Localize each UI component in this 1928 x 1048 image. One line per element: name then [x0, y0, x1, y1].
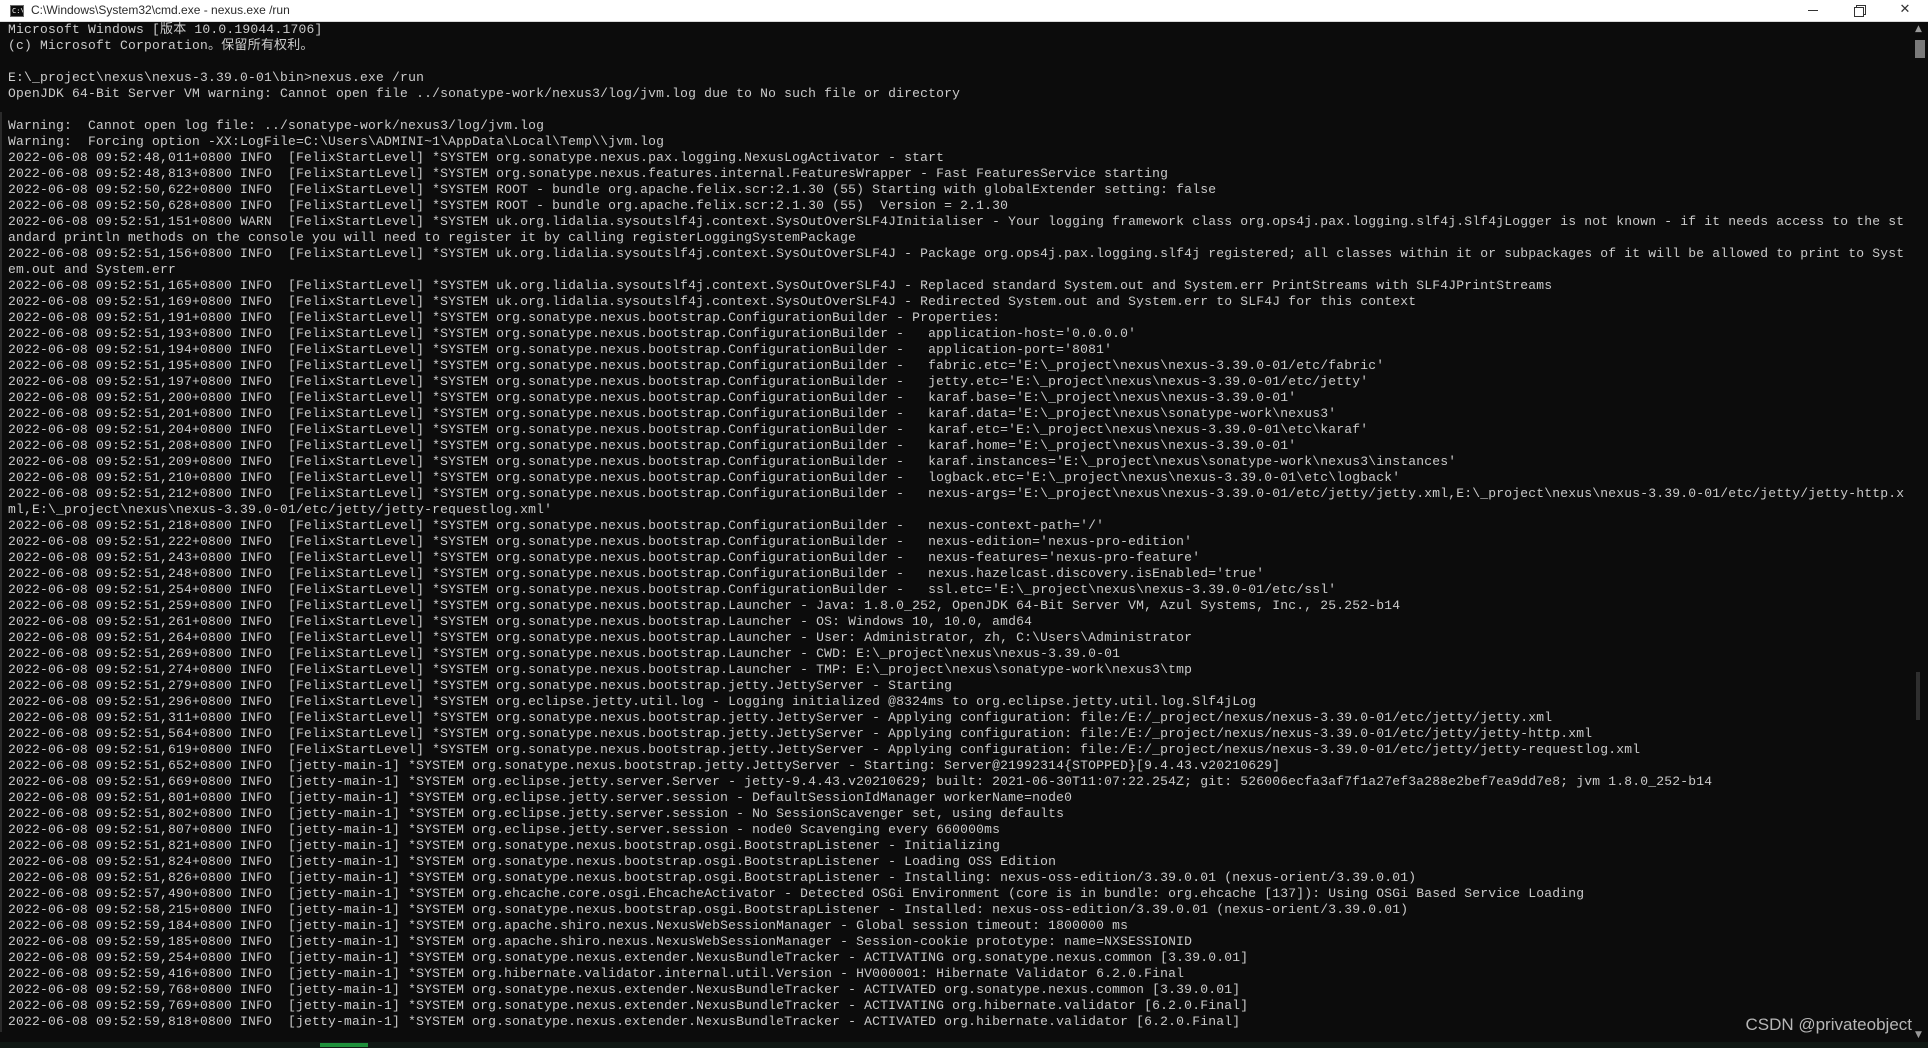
console-lines: Microsoft Windows [版本 10.0.19044.1706] (c…	[0, 22, 1910, 1030]
console-line: 2022-06-08 09:52:51,165+0800 INFO [Felix…	[8, 278, 1553, 293]
console-line: (c) Microsoft Corporation。保留所有权利。	[8, 38, 314, 53]
scroll-up-icon[interactable]: ▲	[1915, 24, 1922, 34]
scrollbar-thumb[interactable]	[1915, 40, 1925, 58]
console-line: 2022-06-08 09:52:51,194+0800 INFO [Felix…	[8, 342, 1113, 357]
console-line: 2022-06-08 09:52:51,169+0800 INFO [Felix…	[8, 294, 1417, 309]
console-line: 2022-06-08 09:52:51,210+0800 INFO [Felix…	[8, 470, 1401, 485]
console-line: 2022-06-08 09:52:51,212+0800 INFO [Felix…	[8, 486, 1905, 501]
console-line: 2022-06-08 09:52:51,204+0800 INFO [Felix…	[8, 422, 1369, 437]
console-line: 2022-06-08 09:52:51,802+0800 INFO [jetty…	[8, 806, 1065, 821]
console-line: 2022-06-08 09:52:51,669+0800 INFO [jetty…	[8, 774, 1713, 789]
console-line: Microsoft Windows [版本 10.0.19044.1706]	[8, 22, 323, 37]
console-line: 2022-06-08 09:52:51,222+0800 INFO [Felix…	[8, 534, 1193, 549]
close-icon: ✕	[1899, 2, 1911, 17]
console-line: 2022-06-08 09:52:51,193+0800 INFO [Felix…	[8, 326, 1137, 341]
console-line: 2022-06-08 09:52:51,243+0800 INFO [Felix…	[8, 550, 1201, 565]
console-line: 2022-06-08 09:52:51,254+0800 INFO [Felix…	[8, 582, 1337, 597]
console-line: Warning: Cannot open log file: ../sonaty…	[8, 118, 545, 133]
console-line: 2022-06-08 09:52:58,215+0800 INFO [jetty…	[8, 902, 1409, 917]
scroll-down-icon[interactable]: ▼	[1915, 1030, 1922, 1040]
console-line: 2022-06-08 09:52:51,801+0800 INFO [jetty…	[8, 790, 1073, 805]
console-line: 2022-06-08 09:52:51,259+0800 INFO [Felix…	[8, 598, 1401, 613]
cmd-icon[interactable]: C:\	[10, 5, 24, 17]
console-line: 2022-06-08 09:52:51,264+0800 INFO [Felix…	[8, 630, 1193, 645]
vertical-scrollbar[interactable]: ▲ ▼	[1911, 22, 1928, 1048]
console-line: 2022-06-08 09:52:51,821+0800 INFO [jetty…	[8, 838, 1001, 853]
close-button[interactable]: ✕	[1882, 0, 1928, 21]
console-line: 2022-06-08 09:52:51,564+0800 INFO [Felix…	[8, 726, 1593, 741]
console-line: 2022-06-08 09:52:51,824+0800 INFO [jetty…	[8, 854, 1057, 869]
console-line: 2022-06-08 09:52:50,628+0800 INFO [Felix…	[8, 198, 1009, 213]
console-line: 2022-06-08 09:52:51,274+0800 INFO [Felix…	[8, 662, 1193, 677]
restore-button[interactable]	[1836, 0, 1882, 21]
console-line: 2022-06-08 09:52:59,769+0800 INFO [jetty…	[8, 998, 1249, 1013]
console-line: 2022-06-08 09:52:51,279+0800 INFO [Felix…	[8, 678, 953, 693]
console-line: 2022-06-08 09:52:59,254+0800 INFO [jetty…	[8, 950, 1249, 965]
console-line: 2022-06-08 09:52:51,209+0800 INFO [Felix…	[8, 454, 1457, 469]
console-line: Warning: Forcing option -XX:LogFile=C:\U…	[8, 134, 665, 149]
console-line: 2022-06-08 09:52:51,652+0800 INFO [jetty…	[8, 758, 1281, 773]
console-line: 2022-06-08 09:52:59,416+0800 INFO [jetty…	[8, 966, 1185, 981]
console-line: 2022-06-08 09:52:51,807+0800 INFO [jetty…	[8, 822, 1001, 837]
console-line: 2022-06-08 09:52:59,818+0800 INFO [jetty…	[8, 1014, 1241, 1029]
console-line: 2022-06-08 09:52:51,619+0800 INFO [Felix…	[8, 742, 1641, 757]
console-line: 2022-06-08 09:52:59,185+0800 INFO [jetty…	[8, 934, 1193, 949]
console-line: 2022-06-08 09:52:51,201+0800 INFO [Felix…	[8, 406, 1337, 421]
console-line: 2022-06-08 09:52:51,826+0800 INFO [jetty…	[8, 870, 1417, 885]
console-line: 2022-06-08 09:52:51,191+0800 INFO [Felix…	[8, 310, 1001, 325]
minimize-icon	[1808, 10, 1818, 11]
console-line: 2022-06-08 09:52:51,200+0800 INFO [Felix…	[8, 390, 1297, 405]
console-output[interactable]: Microsoft Windows [版本 10.0.19044.1706] (c…	[0, 22, 1910, 1042]
console-line: 2022-06-08 09:52:51,218+0800 INFO [Felix…	[8, 518, 1105, 533]
console-line: 2022-06-08 09:52:51,195+0800 INFO [Felix…	[8, 358, 1385, 373]
console-line: 2022-06-08 09:52:48,011+0800 INFO [Felix…	[8, 150, 945, 165]
console-line: OpenJDK 64-Bit Server VM warning: Cannot…	[8, 86, 961, 101]
scrollbar-marker	[1916, 672, 1920, 720]
console-line: E:\_project\nexus\nexus-3.39.0-01\bin>ne…	[8, 70, 425, 85]
console-line: ml,E:\_project\nexus\nexus-3.39.0-01/etc…	[8, 502, 553, 517]
console-line: 2022-06-08 09:52:51,296+0800 INFO [Felix…	[8, 694, 1257, 709]
console-line: 2022-06-08 09:52:57,490+0800 INFO [jetty…	[8, 886, 1585, 901]
console-line: 2022-06-08 09:52:51,261+0800 INFO [Felix…	[8, 614, 1033, 629]
console-line: 2022-06-08 09:52:51,208+0800 INFO [Felix…	[8, 438, 1297, 453]
window-title: C:\Windows\System32\cmd.exe - nexus.exe …	[31, 3, 290, 17]
cmd-window: C:\ C:\Windows\System32\cmd.exe - nexus.…	[0, 0, 1928, 1048]
minimize-button[interactable]	[1790, 0, 1836, 21]
console-line: 2022-06-08 09:52:48,813+0800 INFO [Felix…	[8, 166, 1169, 181]
console-line: 2022-06-08 09:52:59,184+0800 INFO [jetty…	[8, 918, 1129, 933]
console-line: 2022-06-08 09:52:50,622+0800 INFO [Felix…	[8, 182, 1217, 197]
taskbar-indicator	[320, 1043, 368, 1047]
console-line: 2022-06-08 09:52:59,768+0800 INFO [jetty…	[8, 982, 1241, 997]
title-bar[interactable]: C:\ C:\Windows\System32\cmd.exe - nexus.…	[0, 0, 1928, 22]
taskbar-edge	[0, 1042, 1928, 1048]
console-line: andard println methods on the console yo…	[8, 230, 857, 245]
console-line: em.out and System.err	[8, 262, 177, 277]
console-line: 2022-06-08 09:52:51,197+0800 INFO [Felix…	[8, 374, 1369, 389]
watermark-text: CSDN @privateobject	[1745, 1015, 1912, 1034]
console-line: 2022-06-08 09:52:51,248+0800 INFO [Felix…	[8, 566, 1265, 581]
restore-icon-back	[1854, 7, 1864, 17]
console-line: 2022-06-08 09:52:51,156+0800 INFO [Felix…	[8, 246, 1905, 261]
console-line: 2022-06-08 09:52:51,269+0800 INFO [Felix…	[8, 646, 1121, 661]
console-line: 2022-06-08 09:52:51,311+0800 INFO [Felix…	[8, 710, 1553, 725]
console-line: 2022-06-08 09:52:51,151+0800 WARN [Felix…	[8, 214, 1905, 229]
